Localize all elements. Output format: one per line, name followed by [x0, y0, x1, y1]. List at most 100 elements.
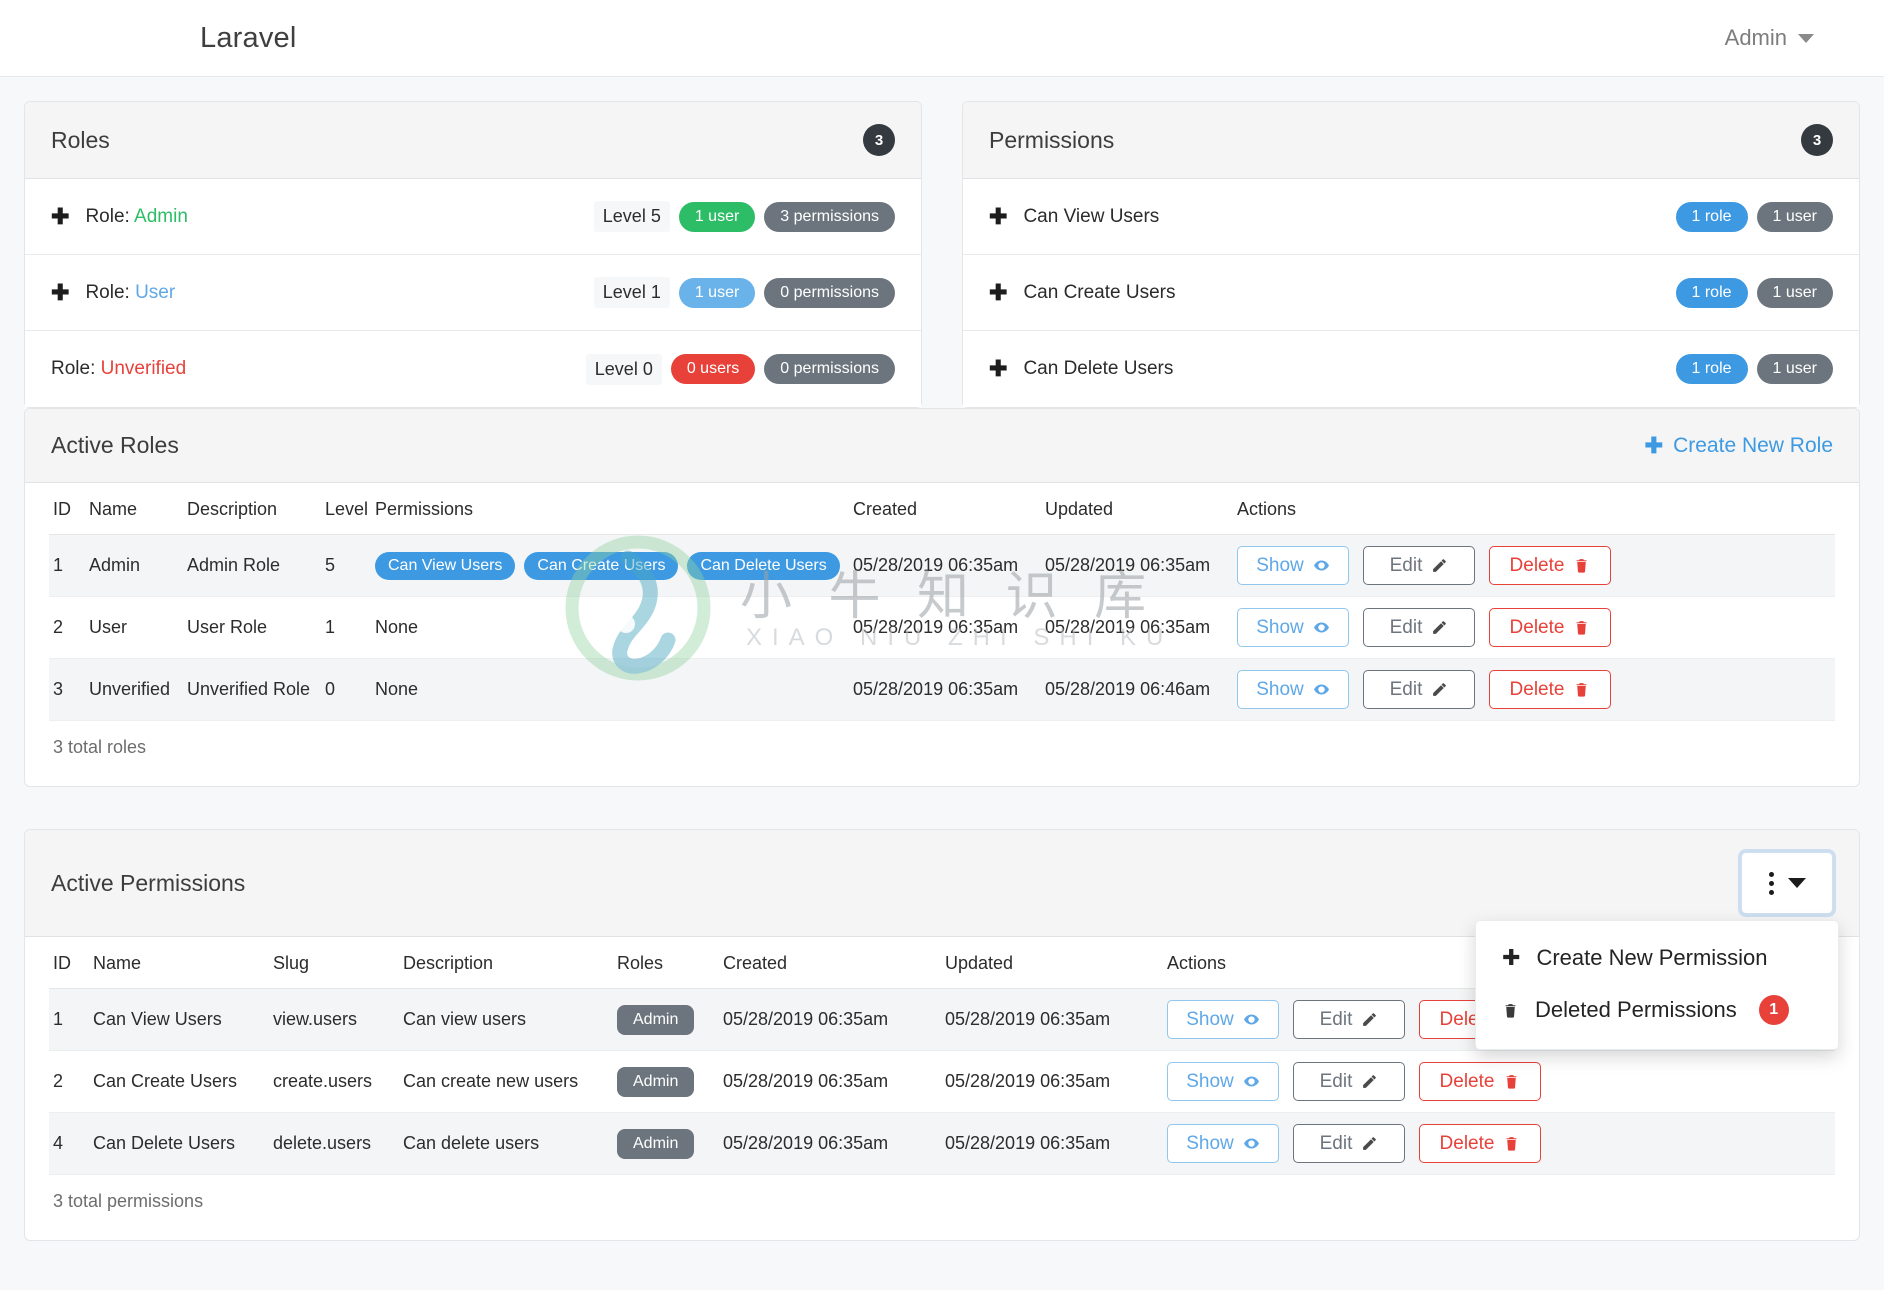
column-header-name: Name [93, 953, 142, 973]
cell-created: 05/28/2019 06:35am [723, 1071, 889, 1091]
cell-roles: Admin [617, 1004, 723, 1035]
edit-button[interactable]: Edit [1363, 608, 1475, 647]
column-header-level: Level [325, 499, 369, 519]
cell-id: 4 [53, 1133, 64, 1153]
edit-button[interactable]: Edit [1293, 1062, 1405, 1101]
roles-list-item-prefix: Role: [85, 281, 130, 303]
cell-description: Can view users [403, 1009, 527, 1029]
cell-created: 05/28/2019 06:35am [723, 1133, 889, 1153]
menu-item-deleted-label: Deleted Permissions [1535, 997, 1737, 1022]
show-button[interactable]: Show [1167, 1124, 1279, 1163]
roles-panel-header: Roles 3 [25, 102, 921, 179]
roles-panel-column: Roles 3 ✚ Role: Admin Level 5 1 user 3 p… [24, 101, 922, 408]
roles-list-item[interactable]: ✚ Role: Admin Level 5 1 user 3 permissio… [25, 179, 921, 255]
cell-updated: 05/28/2019 06:35am [1045, 617, 1211, 637]
cell-id: 2 [53, 1071, 64, 1091]
plus-icon[interactable]: ✚ [989, 281, 1007, 304]
delete-button[interactable]: Delete [1489, 608, 1611, 647]
permissions-count-badge: 3 [1801, 124, 1833, 156]
plus-icon[interactable]: ✚ [989, 205, 1007, 228]
role-users-badge: 1 user [678, 201, 756, 232]
role-users-badge: 1 user [678, 277, 756, 308]
show-button-label: Show [1186, 1133, 1234, 1154]
cell-name: Can View Users [93, 1009, 222, 1029]
edit-button[interactable]: Edit [1293, 1124, 1405, 1163]
column-header-permissions: Permissions [375, 499, 474, 519]
roles-list-item-label: Role: Unverified [51, 358, 186, 380]
brand-logo[interactable]: Laravel [200, 22, 297, 55]
pencil-icon [1363, 1075, 1377, 1088]
delete-button[interactable]: Delete [1419, 1062, 1541, 1101]
menu-item-create-label: Create New Permission [1536, 945, 1768, 970]
delete-button[interactable]: Delete [1419, 1124, 1541, 1163]
show-button[interactable]: Show [1237, 670, 1349, 709]
permissions-dropdown-menu: ✚ Create New Permission Deleted Permissi… [1475, 920, 1839, 1050]
permissions-list-item[interactable]: ✚ Can View Users 1 role 1 user [963, 179, 1859, 255]
permissions-list-item-label: Can View Users [1023, 205, 1160, 227]
create-new-role-link[interactable]: ✚ Create New Role [1645, 433, 1833, 459]
edit-button-label: Edit [1319, 1071, 1353, 1092]
permissions-list-item[interactable]: ✚ Can Delete Users 1 role 1 user [963, 331, 1859, 407]
kebab-menu-icon [1768, 871, 1774, 895]
deleted-permissions-count-badge: 1 [1758, 995, 1789, 1025]
plus-icon[interactable]: ✚ [51, 205, 69, 228]
cell-id: 2 [53, 617, 64, 637]
roles-list-item[interactable]: ✚ Role: User Level 1 1 user 0 permission… [25, 255, 921, 331]
delete-button[interactable]: Delete [1489, 670, 1611, 709]
role-permissions-badge: 0 permissions [764, 354, 895, 384]
cell-updated: 05/28/2019 06:35am [945, 1133, 1111, 1153]
menu-item-deleted-permissions[interactable]: Deleted Permissions 1 [1476, 983, 1838, 1037]
permissions-panel-title: Permissions [989, 126, 1115, 153]
roles-panel-title: Roles [51, 126, 110, 153]
plus-icon: ✚ [1502, 945, 1521, 970]
delete-button[interactable]: Delete [1489, 546, 1611, 585]
column-header-slug: Slug [273, 953, 310, 973]
cell-permissions: None [375, 617, 419, 637]
role-users-badge: 0 users [670, 354, 756, 384]
roles-list-item[interactable]: Role: Unverified Level 0 0 users 0 permi… [25, 331, 921, 407]
permission-tag: Can Create Users [524, 551, 679, 580]
edit-button-label: Edit [1389, 617, 1423, 638]
role-permissions-badge: 3 permissions [764, 201, 895, 232]
role-tag: Admin [617, 1004, 695, 1035]
table-row: 1 Admin Admin Role 5 Can View Users Can … [49, 535, 1835, 597]
permissions-actions-dropdown: ✚ Create New Permission Deleted Permissi… [1475, 852, 1839, 1050]
cell-created: 05/28/2019 06:35am [853, 679, 1019, 699]
active-permissions-card: Active Permissions ✚ Create New Permissi… [24, 829, 1860, 1241]
show-button-label: Show [1186, 1071, 1234, 1092]
edit-button[interactable]: Edit [1363, 670, 1475, 709]
delete-button-label: Delete [1439, 1071, 1495, 1092]
role-tag: Admin [617, 1066, 695, 1097]
cell-name: Admin [89, 555, 141, 575]
active-roles-card: Active Roles ✚ Create New Role ID Name D… [24, 408, 1860, 787]
permissions-panel: Permissions 3 ✚ Can View Users 1 role 1 … [962, 101, 1860, 408]
delete-button-label: Delete [1439, 1133, 1495, 1154]
trash-icon [1506, 1075, 1517, 1089]
roles-list-item-prefix: Role: [85, 205, 130, 227]
edit-button[interactable]: Edit [1293, 1000, 1405, 1039]
trash-icon [1505, 1003, 1516, 1018]
cell-level: 1 [325, 617, 336, 637]
permission-users-badge: 1 user [1756, 201, 1833, 232]
permissions-list-item[interactable]: ✚ Can Create Users 1 role 1 user [963, 255, 1859, 331]
cell-description: Can delete users [403, 1133, 540, 1153]
plus-icon[interactable]: ✚ [51, 281, 69, 304]
cell-slug: create.users [273, 1071, 373, 1091]
show-button[interactable]: Show [1167, 1062, 1279, 1101]
permissions-menu-button[interactable] [1741, 852, 1833, 914]
cell-description: Admin Role [187, 555, 281, 575]
eye-icon [1243, 1076, 1259, 1087]
edit-button[interactable]: Edit [1363, 546, 1475, 585]
cell-level: 5 [325, 555, 336, 575]
role-level-badge: Level 0 [585, 353, 662, 385]
permissions-panel-column: Permissions 3 ✚ Can View Users 1 role 1 … [962, 101, 1860, 408]
column-header-description: Description [403, 953, 494, 973]
cell-description: Can create new users [403, 1071, 579, 1091]
show-button[interactable]: Show [1167, 1000, 1279, 1039]
user-menu[interactable]: Admin [1725, 25, 1828, 51]
plus-icon[interactable]: ✚ [989, 358, 1007, 380]
eye-icon [1243, 1014, 1259, 1025]
menu-item-create-new-permission[interactable]: ✚ Create New Permission [1476, 933, 1838, 983]
show-button[interactable]: Show [1237, 608, 1349, 647]
show-button[interactable]: Show [1237, 546, 1349, 585]
